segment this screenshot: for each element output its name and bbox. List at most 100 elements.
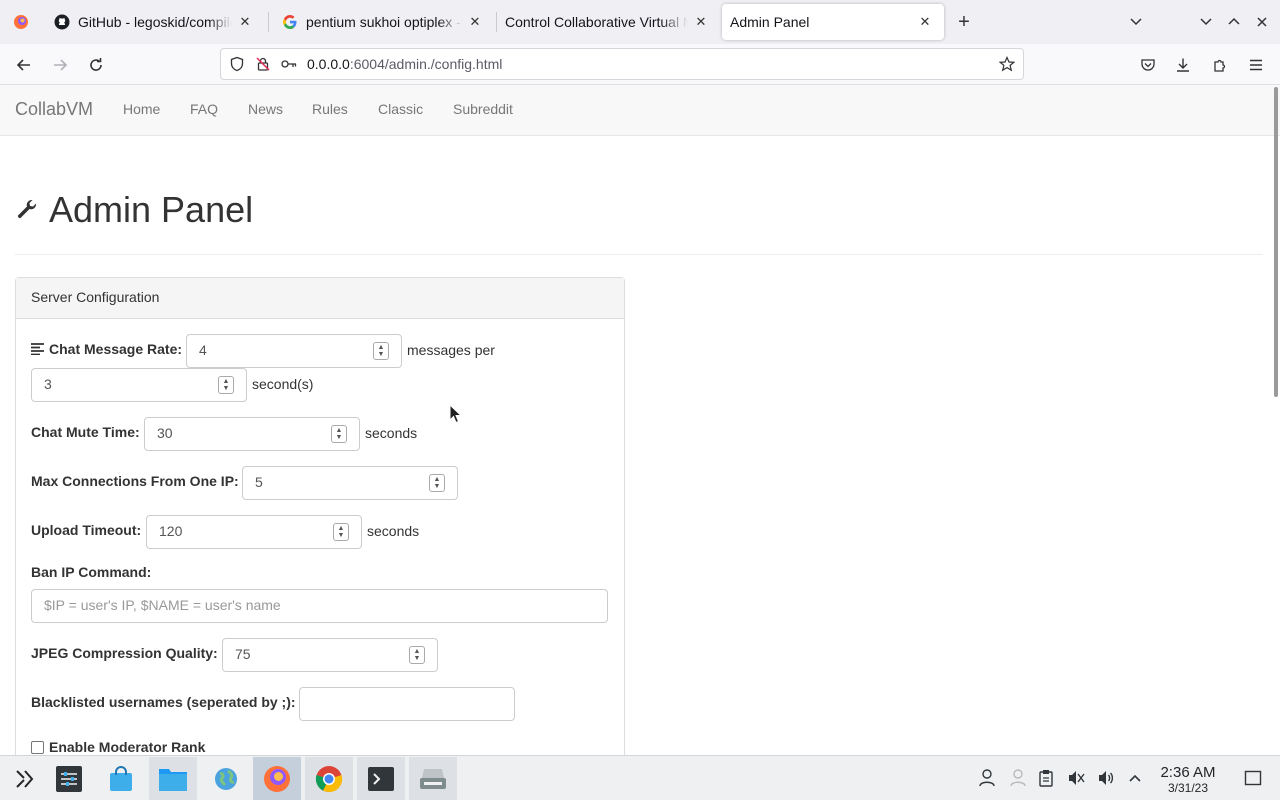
chevron-up-icon: [1228, 17, 1240, 25]
tab-separator: [268, 12, 269, 32]
chat-rate-messages-input[interactable]: 4 ▲ ▼: [186, 334, 402, 368]
mute-time-input[interactable]: 30 ▲ ▼: [144, 417, 360, 451]
pocket-button[interactable]: [1133, 50, 1163, 80]
tab-admin-panel[interactable]: Admin Panel ✕: [722, 4, 944, 40]
moderator-label: Enable Moderator Rank: [49, 739, 206, 755]
tab-title: Control Collaborative Virtual Machines: [505, 14, 688, 30]
nav-link-rules[interactable]: Rules: [312, 101, 348, 117]
new-tab-button[interactable]: +: [952, 10, 976, 34]
maximize-button[interactable]: [1222, 10, 1246, 34]
forward-button[interactable]: [45, 50, 75, 80]
reload-button[interactable]: [81, 50, 111, 80]
close-icon[interactable]: ✕: [916, 14, 934, 30]
jpeg-quality-input[interactable]: 75 ▲ ▼: [222, 638, 438, 672]
bookmark-star-icon[interactable]: [997, 54, 1017, 74]
spinner-icon[interactable]: ▲ ▼: [333, 523, 349, 541]
seconds-suffix: second(s): [252, 376, 314, 392]
nav-link-news[interactable]: News: [248, 101, 283, 117]
spinner-icon[interactable]: ▲ ▼: [409, 646, 425, 664]
url-host: 0.0.0.0: [307, 56, 350, 72]
scanner-icon: [420, 769, 446, 789]
close-icon[interactable]: ✕: [236, 14, 254, 30]
extensions-button[interactable]: [1205, 50, 1235, 80]
chrome-icon: [315, 766, 343, 793]
tab-github[interactable]: GitHub - legoskid/compileddmsbindata ✕: [44, 4, 264, 40]
firefox-view-button[interactable]: [0, 0, 42, 44]
site-brand[interactable]: CollabVM: [15, 99, 93, 120]
ban-command-input[interactable]: $IP = user's IP, $NAME = user's name: [31, 589, 608, 623]
url-bar[interactable]: 0.0.0.0:6004/admin./config.html: [220, 48, 1024, 80]
task-chrome[interactable]: [305, 757, 353, 800]
tab-collabvm[interactable]: Control Collaborative Virtual Machines ✕: [496, 4, 720, 40]
key-icon[interactable]: [279, 54, 299, 74]
task-scanner[interactable]: [409, 757, 457, 800]
task-network-globe[interactable]: [202, 757, 250, 800]
back-button[interactable]: [9, 50, 39, 80]
audio-muted-icon[interactable]: [1066, 768, 1086, 788]
close-icon[interactable]: ✕: [692, 14, 710, 30]
close-icon[interactable]: ✕: [466, 14, 484, 30]
taskbar: 2:36 AM 3/31/23: [0, 755, 1280, 800]
task-file-manager[interactable]: [149, 757, 197, 800]
tray-expand-chevron-up-icon[interactable]: [1125, 768, 1145, 788]
moderator-checkbox[interactable]: [31, 740, 44, 754]
downloads-button[interactable]: [1168, 50, 1198, 80]
nav-link-home[interactable]: Home: [123, 101, 160, 117]
nav-link-subreddit[interactable]: Subreddit: [453, 101, 513, 117]
task-system-settings[interactable]: [45, 757, 93, 800]
arrow-left-icon: [16, 59, 30, 71]
task-terminal[interactable]: [357, 757, 405, 800]
url-text[interactable]: 0.0.0.0:6004/admin./config.html: [307, 56, 991, 72]
seconds-suffix: seconds: [367, 523, 420, 539]
chevron-down-icon: [1130, 18, 1142, 26]
insecure-lock-icon[interactable]: [253, 54, 273, 74]
task-software-store[interactable]: [97, 757, 145, 800]
close-icon: [1257, 17, 1267, 27]
spinner-icon[interactable]: ▲ ▼: [331, 425, 347, 443]
settings-icon: [56, 766, 82, 792]
shield-icon[interactable]: [227, 54, 247, 74]
user-icon[interactable]: [977, 768, 997, 788]
kde-connect-icon[interactable]: [1008, 768, 1028, 788]
input-value: 5: [255, 474, 263, 490]
plus-icon: +: [958, 10, 970, 33]
clipboard-icon[interactable]: [1036, 768, 1056, 788]
app-launcher-button[interactable]: [0, 757, 48, 800]
nav-link-classic[interactable]: Classic: [378, 101, 423, 117]
input-value: 3: [44, 376, 52, 392]
spinner-icon[interactable]: ▲ ▼: [429, 474, 445, 492]
moderator-rank-option[interactable]: Enable Moderator Rank: [31, 739, 205, 755]
terminal-icon: [368, 767, 394, 791]
puzzle-icon: [1214, 59, 1226, 72]
minimize-button[interactable]: [1194, 10, 1218, 34]
folder-icon: [159, 769, 187, 791]
upload-timeout-label: Upload Timeout:: [31, 522, 142, 538]
seconds-suffix: seconds: [365, 425, 418, 441]
pocket-icon: [1141, 59, 1155, 71]
menu-button[interactable]: [1241, 50, 1271, 80]
page-viewport: CollabVM Home FAQ News Rules Classic Sub…: [0, 85, 1280, 755]
firefox-icon: [14, 15, 28, 29]
blacklist-label: Blacklisted usernames (seperated by ;):: [31, 694, 296, 710]
show-desktop-icon[interactable]: [1243, 768, 1263, 788]
tab-title: pentium sukhoi optiplex - Google Search: [306, 14, 462, 30]
site-navbar: CollabVM Home FAQ News Rules Classic Sub…: [0, 85, 1280, 136]
close-window-button[interactable]: [1250, 10, 1274, 34]
upload-timeout-input[interactable]: 120 ▲ ▼: [146, 515, 362, 549]
clock-time[interactable]: 2:36 AM: [1150, 764, 1226, 781]
volume-icon[interactable]: [1096, 768, 1116, 788]
shopping-bag-icon: [110, 766, 132, 791]
task-firefox[interactable]: [253, 757, 301, 800]
reload-icon: [90, 58, 102, 71]
tab-google-search[interactable]: pentium sukhoi optiplex - Google Search …: [272, 4, 494, 40]
nav-link-faq[interactable]: FAQ: [190, 101, 218, 117]
blacklist-input[interactable]: [299, 687, 515, 721]
list-tabs-button[interactable]: [1124, 10, 1148, 34]
page-scrollbar[interactable]: [1274, 87, 1278, 397]
max-connections-input[interactable]: 5 ▲ ▼: [242, 466, 458, 500]
clock-date[interactable]: 3/31/23: [1150, 781, 1226, 795]
globe-icon: [215, 768, 237, 790]
spinner-icon[interactable]: ▲ ▼: [373, 342, 389, 360]
spinner-icon[interactable]: ▲ ▼: [218, 376, 234, 394]
chat-rate-seconds-input[interactable]: 3 ▲ ▼: [31, 368, 247, 402]
